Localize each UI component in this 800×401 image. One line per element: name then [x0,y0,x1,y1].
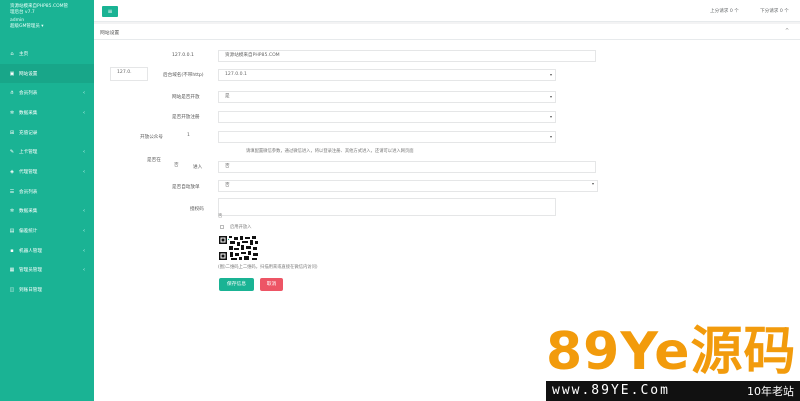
chevron-right-icon: ‹ [83,90,85,97]
sidebar-item-label: 代理管理 [19,169,38,175]
chevron-up-icon[interactable]: ⌃ [784,27,790,35]
calendar-icon: ◫ [9,287,15,294]
sidebar-item-home[interactable]: ⌂ 主页 [0,44,94,64]
menu-toggle-button[interactable]: ≡ [102,6,118,17]
robot-icon: ▪ [10,247,14,254]
sidebar-item-label: 上卡管理 [19,150,38,156]
enable-checkbox[interactable] [220,225,224,229]
sidebar-item-recharge[interactable]: ⊞ 充值记录 [0,123,94,143]
auth-code-label: 授权码 [190,207,204,212]
wrench-icon: ✎ [9,149,15,156]
site-open-select[interactable]: 是 [218,91,556,103]
enter-label: 进入 [193,165,203,170]
wechat-select[interactable] [218,131,556,143]
wechat-label: 开放公众号 [140,135,163,140]
watermark-slogan: 10年老站 [747,385,794,398]
register-label: 是否开放注册 [172,115,200,120]
ip-label: 127.0.0.1 [172,53,194,58]
panel-header: 网站设置 ⌃ [94,24,800,40]
enter-select[interactable]: 否 [218,161,596,173]
chevron-right-icon: ‹ [83,267,85,274]
caret-down-icon: ▾ [550,72,553,77]
caret-down-icon: ▾ [550,134,553,139]
gears-icon: ✲ [9,109,15,116]
sidebar-item-label: 主页 [19,51,29,57]
auto-open-label: 是否自动放单 [172,185,200,190]
config-hint: 请填配置微信参数，通过微信进入，将以登录注册、其他方式进入，还请可以进入网页面 [246,149,414,154]
brand-title-line2: 理后台 v7.7 [10,10,35,15]
sidebar-item-label: 偏差统计 [19,229,38,235]
sidebar-item-data-collect-2[interactable]: ✲ 数据采集 ‹ [0,202,94,222]
qr-caption: (图)二维码上二维码，扫描用来或直接在微信内访问) [218,265,318,270]
top-bar: ≡ 上分请求 0 个 下分请求 0 个 [94,0,800,22]
user-role-dropdown[interactable]: 超级GM管理员 ▾ [10,24,86,30]
sidebar-item-label: 网站设置 [19,71,38,77]
is-other-label: 是否在 [147,158,161,163]
cube-icon: ◈ [10,168,14,175]
panel-title: 网站设置 [100,31,120,36]
chevron-right-icon: ‹ [83,168,85,175]
watermark: 89Ye源码 www.89YE.Com 10年老站 [546,322,800,401]
sidebar-item-card-manage[interactable]: ✎ 上卡管理 ‹ [0,142,94,162]
sidebar-nav: ⌂ 主页 ▣ 网站设置 ሰ 会员列表 ‹ ✲ 数据采集 ‹ ⊞ 充值记录 ✎ 上卡管理 ‹ ◈ 代理… [0,44,94,300]
chevron-right-icon: ‹ [83,228,85,235]
domain-label: 后台域名(不带http) [163,73,204,78]
qr-code-image [218,234,260,262]
caret-down-icon: ▾ [592,181,595,186]
caret-down-icon: ▾ [550,114,553,119]
chart-icon: ▤ [9,228,15,235]
sidebar-item-site-settings[interactable]: ▣ 网站设置 [0,63,94,84]
menu-icon: ≡ [107,8,113,15]
chevron-right-icon: ‹ [83,109,85,116]
sidebar-item-member-list[interactable]: ☰ 会员列表 [0,182,94,202]
sidebar-item-label: 到账日管理 [19,288,42,294]
sidebar-item-stats[interactable]: ▤ 偏差统计 ‹ [0,221,94,241]
watermark-url: www.89YE.Com [552,383,670,398]
gears-icon: ✲ [9,208,15,215]
ip-side-input[interactable]: 127.0. [110,67,148,81]
sidebar-item-label: 会员列表 [19,189,38,195]
wechat-value[interactable]: 1 [180,131,216,143]
sidebar-item-data-collect[interactable]: ✲ 数据采集 ‹ [0,103,94,123]
sidebar-item-admins[interactable]: ▦ 管理员管理 ‹ [0,261,94,281]
site-open-label: 网站是否开放 [172,95,200,100]
sidebar-item-label: 充值记录 [19,130,38,136]
sidebar-item-label: 会员列表 [19,91,38,97]
chevron-right-icon: ‹ [83,149,85,156]
cancel-button[interactable]: 取消 [260,278,283,291]
cart-icon: ⊞ [9,129,15,136]
save-button[interactable]: 保存信息 [219,278,254,291]
next-request-count[interactable]: 下分请求 0 个 [760,8,789,14]
register-select[interactable] [218,111,556,123]
sidebar-item-calendar[interactable]: ◫ 到账日管理 [0,280,94,300]
sidebar-item-label: 管理员管理 [19,268,42,274]
site-title-input[interactable]: 资源站模来自PHP85.COM [218,50,596,62]
sidebar-item-label: 机器人管理 [19,248,42,254]
is-other-value[interactable]: 否 [170,161,190,173]
auto-open-select[interactable]: 否 [218,180,598,192]
sidebar: 资源站模来自PHP85.COM管 理后台 v7.7 admin 超级GM管理员 … [0,0,94,401]
settings-icon: ▣ [9,70,15,77]
users-icon: ሰ [10,90,14,97]
caret-down-icon: ▾ [550,94,553,99]
sidebar-item-members[interactable]: ሰ 会员列表 ‹ [0,83,94,103]
auth-code-value: 否 [218,214,223,219]
sidebar-item-agent-manage[interactable]: ◈ 代理管理 ‹ [0,162,94,182]
user-role: 超级GM管理员 [10,24,40,29]
list-icon: ☰ [9,188,15,195]
watermark-brand: 89Ye源码 [546,322,797,382]
domain-input[interactable]: 127.0.0.1 [218,69,556,81]
auth-code-input[interactable] [218,198,556,216]
brand-block: 资源站模来自PHP85.COM管 理后台 v7.7 admin 超级GM管理员 … [0,0,94,30]
sidebar-item-robots[interactable]: ▪ 机器人管理 ‹ [0,241,94,261]
sidebar-item-label: 数据采集 [19,209,38,215]
chevron-right-icon: ‹ [83,208,85,215]
chevron-right-icon: ‹ [83,247,85,254]
admin-icon: ▦ [9,267,15,274]
prev-request-count[interactable]: 上分请求 0 个 [710,8,739,14]
enable-checkbox-label: 启用开放入 [230,225,252,230]
home-icon: ⌂ [10,50,14,57]
sidebar-item-label: 数据采集 [19,110,38,116]
